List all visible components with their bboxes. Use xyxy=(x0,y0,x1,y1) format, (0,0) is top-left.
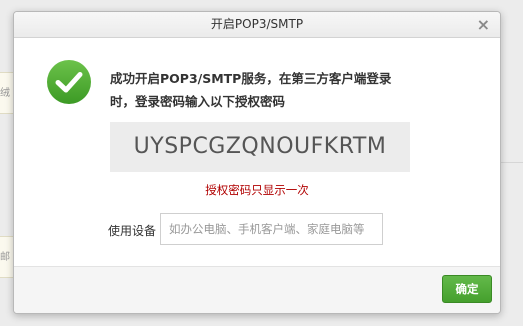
background-strip: 邮 xyxy=(0,236,14,278)
background-strip: 绒 xyxy=(0,72,14,114)
dialog-header: 开启POP3/SMTP × xyxy=(14,12,500,38)
dialog-footer: 确定 xyxy=(14,266,500,313)
device-input[interactable] xyxy=(160,213,383,245)
close-icon[interactable]: × xyxy=(477,12,490,37)
auth-code-notice: 授权密码只显示一次 xyxy=(205,183,309,197)
background-strip-text: 绒 xyxy=(0,88,10,99)
check-circle-icon xyxy=(47,60,91,104)
device-label: 使用设备 xyxy=(108,224,157,238)
dialog-title: 开启POP3/SMTP xyxy=(210,17,304,31)
auth-code: UYSPCGZQNOUFKRTM xyxy=(110,122,410,172)
background-strip-text: 邮 xyxy=(0,252,10,263)
confirm-button[interactable]: 确定 xyxy=(442,275,492,303)
success-message: 成功开启POP3/SMTP服务，在第三方客户端登录时，登录密码输入以下授权密码 xyxy=(110,71,392,109)
pop3-smtp-dialog: 开启POP3/SMTP × 成功开启POP3/SMTP服务，在第三方客户端登录时… xyxy=(13,11,501,314)
background-divider xyxy=(500,162,523,163)
